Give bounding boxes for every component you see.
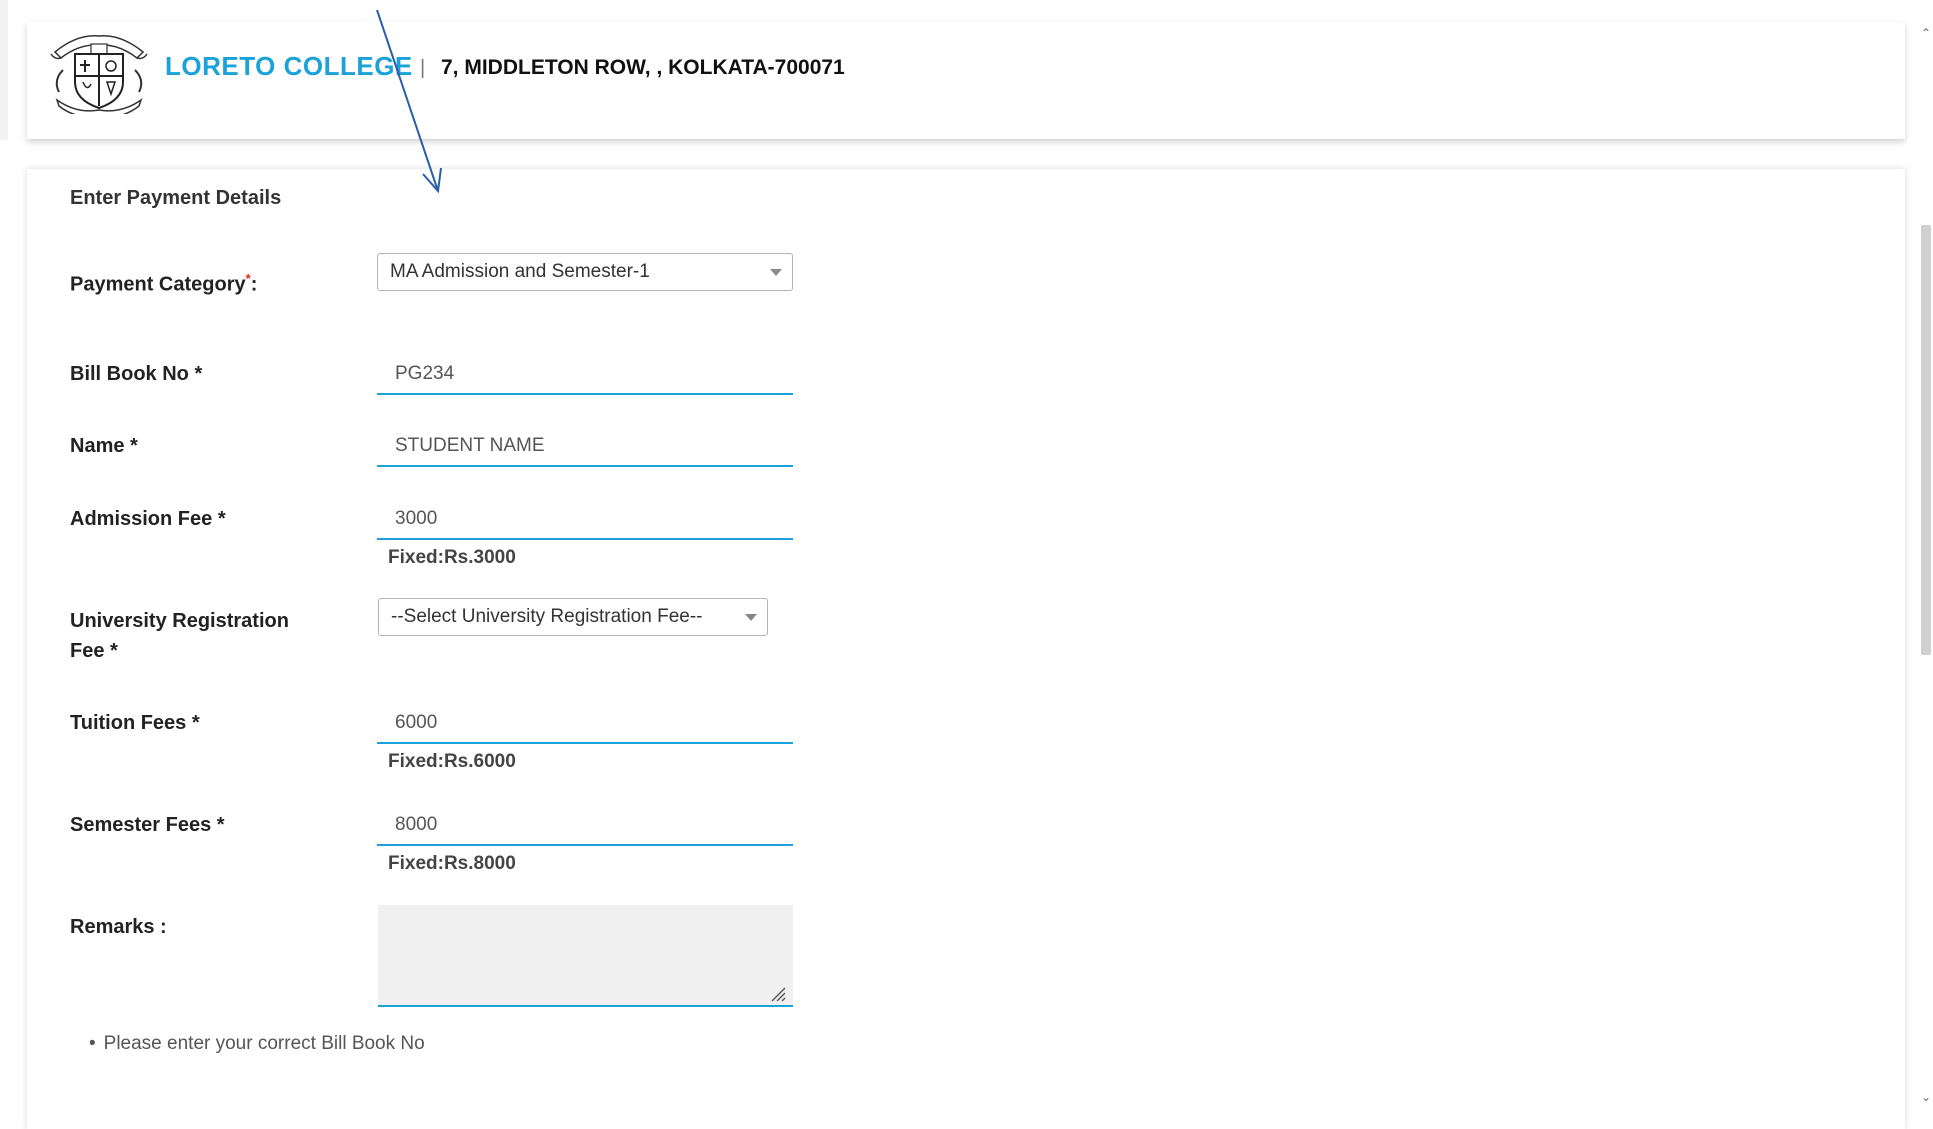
tuition-fees-label: Tuition Fees * [70, 712, 200, 734]
payment-category-label-suffix: : [250, 273, 258, 296]
caret-down-icon [745, 614, 757, 621]
form-title: Enter Payment Details [70, 187, 282, 209]
bill-book-no-input[interactable] [377, 355, 793, 395]
college-address: 7, MIDDLETON ROW, , KOLKATA-700071 [441, 56, 845, 79]
payment-category-label-text: Payment Category [70, 273, 246, 296]
bullet-icon: • [89, 1033, 96, 1054]
bill-book-note: • Please enter your correct Bill Book No [89, 1033, 425, 1055]
tuition-fees-hint: Fixed:Rs.6000 [388, 751, 516, 772]
university-registration-fee-select[interactable]: --Select University Registration Fee-- [378, 598, 768, 636]
semester-fees-input[interactable] [377, 806, 793, 846]
payment-form-card: Enter Payment Details Payment Category*:… [27, 169, 1905, 1129]
scroll-up-icon[interactable]: ⌃ [1921, 26, 1931, 40]
header-separator: | [420, 57, 426, 79]
university-registration-fee-label: University Registration Fee * [70, 606, 330, 666]
remarks-label: Remarks : [70, 916, 167, 938]
payment-category-select[interactable]: MA Admission and Semester-1 [377, 253, 793, 291]
semester-fees-hint: Fixed:Rs.8000 [388, 853, 516, 874]
scroll-down-icon[interactable]: ⌄ [1921, 1090, 1931, 1104]
bill-book-note-text: Please enter your correct Bill Book No [103, 1033, 425, 1054]
admission-fee-hint: Fixed:Rs.3000 [388, 547, 516, 568]
payment-category-label: Payment Category*: [70, 264, 330, 300]
college-name[interactable]: LORETO COLLEGE [165, 51, 413, 82]
admission-fee-input[interactable] [377, 500, 793, 540]
admission-fee-label: Admission Fee * [70, 508, 226, 530]
tuition-fees-input[interactable] [377, 704, 793, 744]
payment-category-selected: MA Admission and Semester-1 [390, 261, 650, 282]
name-label: Name * [70, 435, 138, 457]
bill-book-no-label: Bill Book No * [70, 363, 203, 385]
college-crest-logo [50, 35, 148, 114]
university-registration-fee-selected: --Select University Registration Fee-- [391, 606, 703, 627]
university-registration-fee-label-line2: Fee * [70, 640, 118, 662]
caret-down-icon [770, 269, 782, 276]
site-header: LORETO COLLEGE | 7, MIDDLETON ROW, , KOL… [27, 22, 1905, 139]
scrollbar-thumb[interactable] [1921, 225, 1931, 655]
semester-fees-label: Semester Fees * [70, 814, 225, 836]
remarks-textarea[interactable] [378, 905, 793, 1007]
name-input[interactable] [377, 427, 793, 467]
resize-handle-icon[interactable] [768, 984, 786, 1002]
page-left-shade [0, 0, 8, 140]
university-registration-fee-label-line1: University Registration [70, 610, 289, 632]
